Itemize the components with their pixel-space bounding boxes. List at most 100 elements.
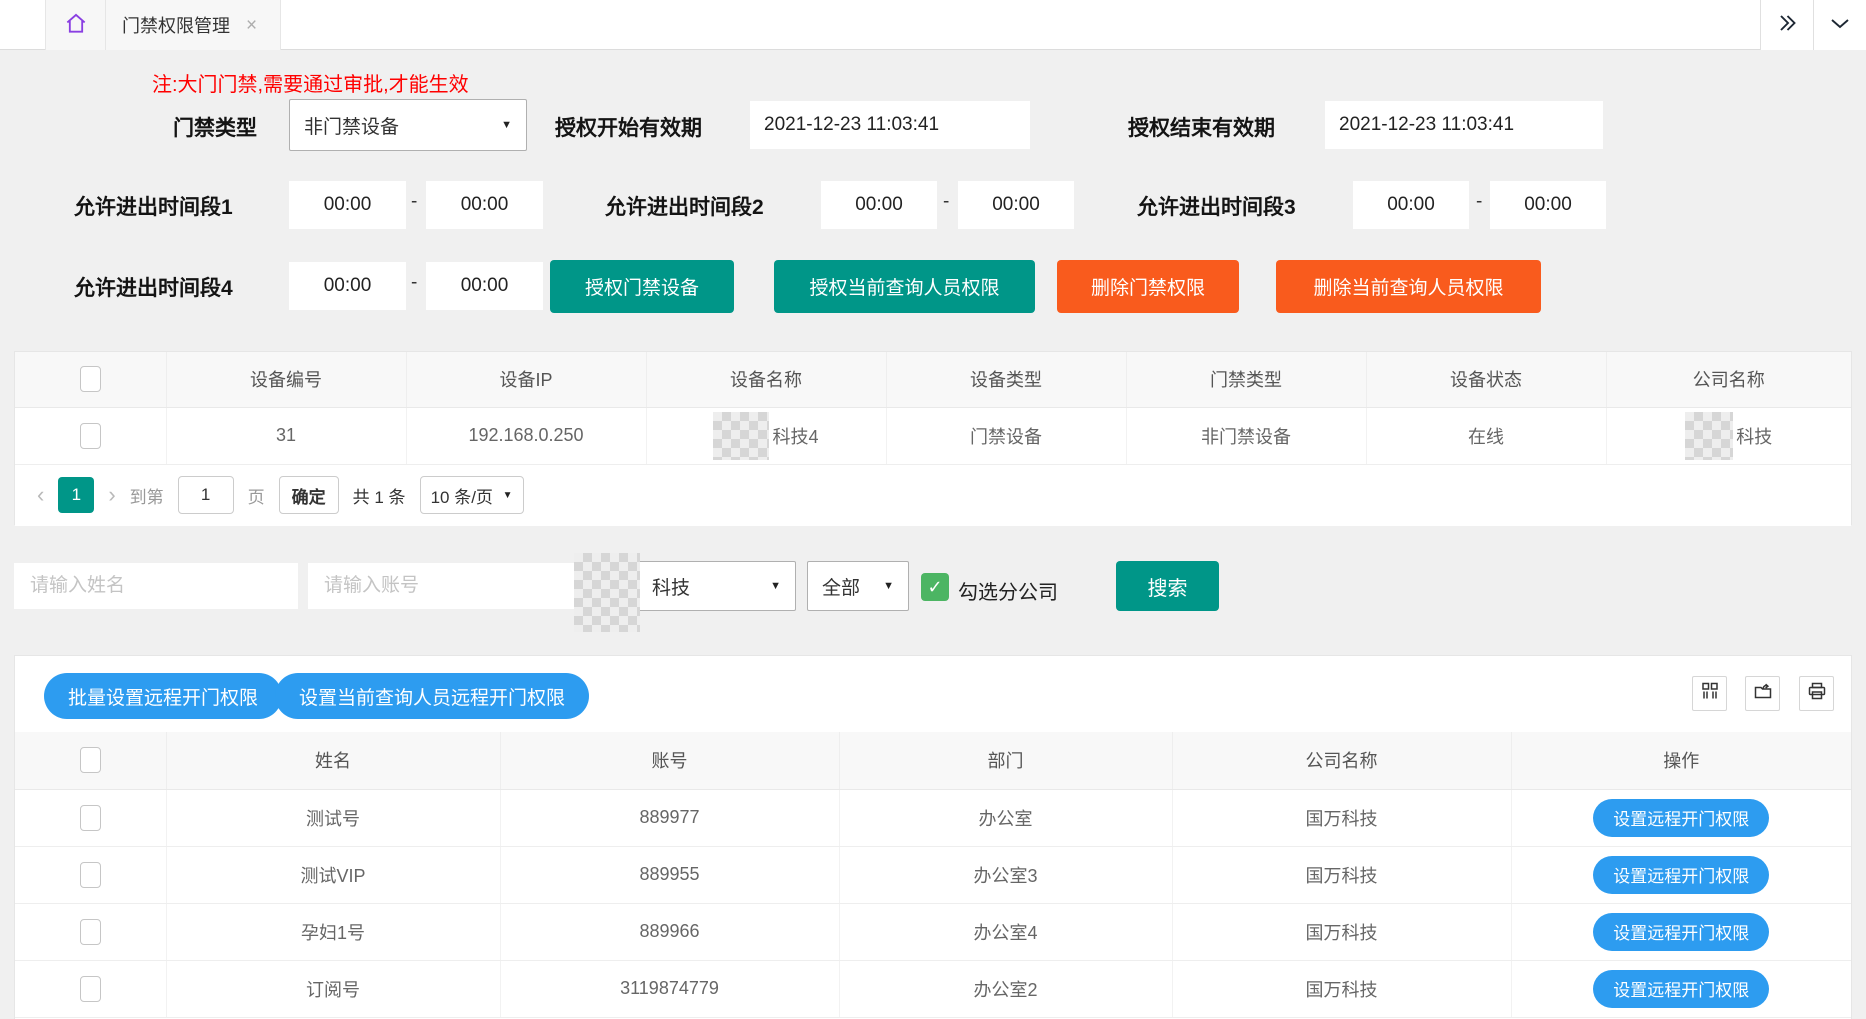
period2-start-input[interactable]	[821, 181, 937, 229]
total-count-label: 共 1 条	[353, 483, 406, 508]
period2-end-input[interactable]	[958, 181, 1074, 229]
page-1-button[interactable]: 1	[58, 477, 94, 513]
period3-start-input[interactable]	[1353, 181, 1469, 229]
set-remote-open-button[interactable]: 设置远程开门权限	[1593, 970, 1769, 1008]
goto-confirm-button[interactable]: 确定	[279, 476, 339, 514]
search-button[interactable]: 搜索	[1116, 561, 1219, 611]
auth-start-input[interactable]	[750, 101, 1030, 149]
person-company-cell: 国万科技	[1172, 846, 1511, 903]
goto-label: 到第	[130, 483, 164, 508]
authorize-person-button[interactable]: 授权当前查询人员权限	[774, 260, 1035, 313]
period3-dash: -	[1476, 191, 1482, 213]
auth-end-input[interactable]	[1325, 101, 1603, 149]
device-table-row: 31 192.168.0.250 科技4 门禁设备 非门禁设备 在线 科技	[15, 407, 1851, 464]
tab-expand-button[interactable]	[1760, 0, 1813, 50]
period1-dash: -	[411, 191, 417, 213]
double-chevron-right-icon	[1775, 12, 1799, 39]
branch-checkbox[interactable]: ✓	[921, 573, 949, 601]
person-select-all-checkbox[interactable]	[80, 747, 101, 773]
censored-mosaic	[574, 553, 640, 632]
device-header-company: 公司名称	[1606, 352, 1851, 407]
person-row-checkbox[interactable]	[80, 976, 101, 1002]
home-tab[interactable]	[45, 0, 106, 50]
tab-access-permission[interactable]: 门禁权限管理 ×	[106, 0, 281, 50]
device-type-cell: 门禁设备	[886, 407, 1126, 464]
caret-down-icon: ▼	[501, 119, 512, 131]
person-table-header-row: 姓名 账号 部门 公司名称 操作	[15, 732, 1851, 789]
next-page-icon[interactable]: ›	[108, 482, 115, 508]
device-access-type-cell: 非门禁设备	[1126, 407, 1366, 464]
person-account-cell: 3119874779	[500, 960, 839, 1017]
batch-remote-open-button[interactable]: 批量设置远程开门权限	[44, 673, 282, 719]
person-company-cell: 国万科技	[1172, 789, 1511, 846]
person-table: 姓名 账号 部门 公司名称 操作 测试号 889977 办公室 国万科技 设置远…	[15, 732, 1851, 1018]
device-table: 设备编号 设备IP 设备名称 设备类型 门禁类型 设备状态 公司名称 31 19…	[15, 352, 1851, 465]
page-size-select[interactable]: 10 条/页 ▼	[420, 476, 524, 514]
period1-start-input[interactable]	[289, 181, 406, 229]
current-remote-open-button[interactable]: 设置当前查询人员远程开门权限	[275, 673, 589, 719]
period4-end-input[interactable]	[426, 262, 543, 310]
person-dept-cell: 办公室4	[839, 903, 1172, 960]
print-button[interactable]	[1799, 676, 1834, 711]
column-settings-button[interactable]	[1692, 676, 1727, 711]
device-header-name: 设备名称	[646, 352, 886, 407]
device-select-all-checkbox[interactable]	[80, 366, 101, 392]
person-account-cell: 889977	[500, 789, 839, 846]
person-dept-cell: 办公室3	[839, 846, 1172, 903]
print-icon	[1807, 681, 1827, 706]
prev-page-icon[interactable]: ‹	[37, 482, 44, 508]
delete-person-permission-button[interactable]: 删除当前查询人员权限	[1276, 260, 1541, 313]
period1-label: 允许进出时间段1	[74, 191, 233, 221]
goto-page-input[interactable]	[178, 476, 234, 514]
name-search-input[interactable]	[14, 563, 298, 609]
pagination-bar: ‹ 1 › 到第 页 确定 共 1 条 10 条/页 ▼	[15, 465, 1851, 526]
device-name-text: 科技4	[772, 423, 818, 449]
person-select-all-cell	[15, 732, 166, 789]
period1-end-input[interactable]	[426, 181, 543, 229]
page-unit-label: 页	[248, 483, 265, 508]
auth-start-label: 授权开始有效期	[555, 112, 702, 142]
approval-note: 注:大门门禁,需要通过审批,才能生效	[152, 68, 469, 97]
delete-permission-button[interactable]: 删除门禁权限	[1057, 260, 1239, 313]
person-row-checkbox[interactable]	[80, 862, 101, 888]
device-table-header-row: 设备编号 设备IP 设备名称 设备类型 门禁类型 设备状态 公司名称	[15, 352, 1851, 407]
caret-down-icon: ▼	[883, 580, 894, 592]
tab-menu-button[interactable]	[1813, 0, 1866, 50]
censored-mosaic	[1685, 412, 1733, 460]
set-remote-open-button[interactable]: 设置远程开门权限	[1593, 856, 1769, 894]
scope-select[interactable]: 全部 ▼	[807, 561, 909, 611]
person-table-row: 测试号 889977 办公室 国万科技 设置远程开门权限	[15, 789, 1851, 846]
access-type-value: 非门禁设备	[304, 112, 399, 139]
set-remote-open-button[interactable]: 设置远程开门权限	[1593, 913, 1769, 951]
person-company-cell: 国万科技	[1172, 960, 1511, 1017]
person-row-checkbox[interactable]	[80, 919, 101, 945]
person-table-row: 订阅号 3119874779 办公室2 国万科技 设置远程开门权限	[15, 960, 1851, 1017]
export-icon	[1753, 681, 1773, 706]
branch-checkbox-label: 勾选分公司	[958, 576, 1058, 605]
period2-label: 允许进出时间段2	[605, 191, 764, 221]
person-header-action: 操作	[1511, 732, 1851, 789]
main-content: 注:大门门禁,需要通过审批,才能生效 门禁类型 非门禁设备 ▼ 授权开始有效期 …	[0, 50, 1866, 1019]
device-row-checkbox[interactable]	[80, 423, 101, 449]
period4-start-input[interactable]	[289, 262, 406, 310]
export-button[interactable]	[1745, 676, 1780, 711]
person-row-checkbox[interactable]	[80, 805, 101, 831]
authorize-device-button[interactable]: 授权门禁设备	[550, 260, 734, 313]
scope-select-value: 全部	[822, 573, 860, 600]
period4-label: 允许进出时间段4	[74, 272, 233, 302]
person-name-cell: 测试号	[166, 789, 500, 846]
access-type-select[interactable]: 非门禁设备 ▼	[289, 99, 527, 151]
tab-close-icon[interactable]: ×	[246, 16, 257, 35]
columns-icon	[1700, 681, 1720, 706]
person-panel: 批量设置远程开门权限 设置当前查询人员远程开门权限	[14, 655, 1852, 1019]
check-icon: ✓	[927, 577, 942, 598]
device-status-cell: 在线	[1366, 407, 1606, 464]
device-id-cell: 31	[166, 407, 406, 464]
set-remote-open-button[interactable]: 设置远程开门权限	[1593, 799, 1769, 837]
device-name-cell: 科技4	[646, 407, 886, 464]
account-search-input[interactable]	[308, 563, 587, 609]
period3-label: 允许进出时间段3	[1137, 191, 1296, 221]
device-header-access-type: 门禁类型	[1126, 352, 1366, 407]
page-size-value: 10 条/页	[431, 483, 493, 508]
period3-end-input[interactable]	[1490, 181, 1606, 229]
